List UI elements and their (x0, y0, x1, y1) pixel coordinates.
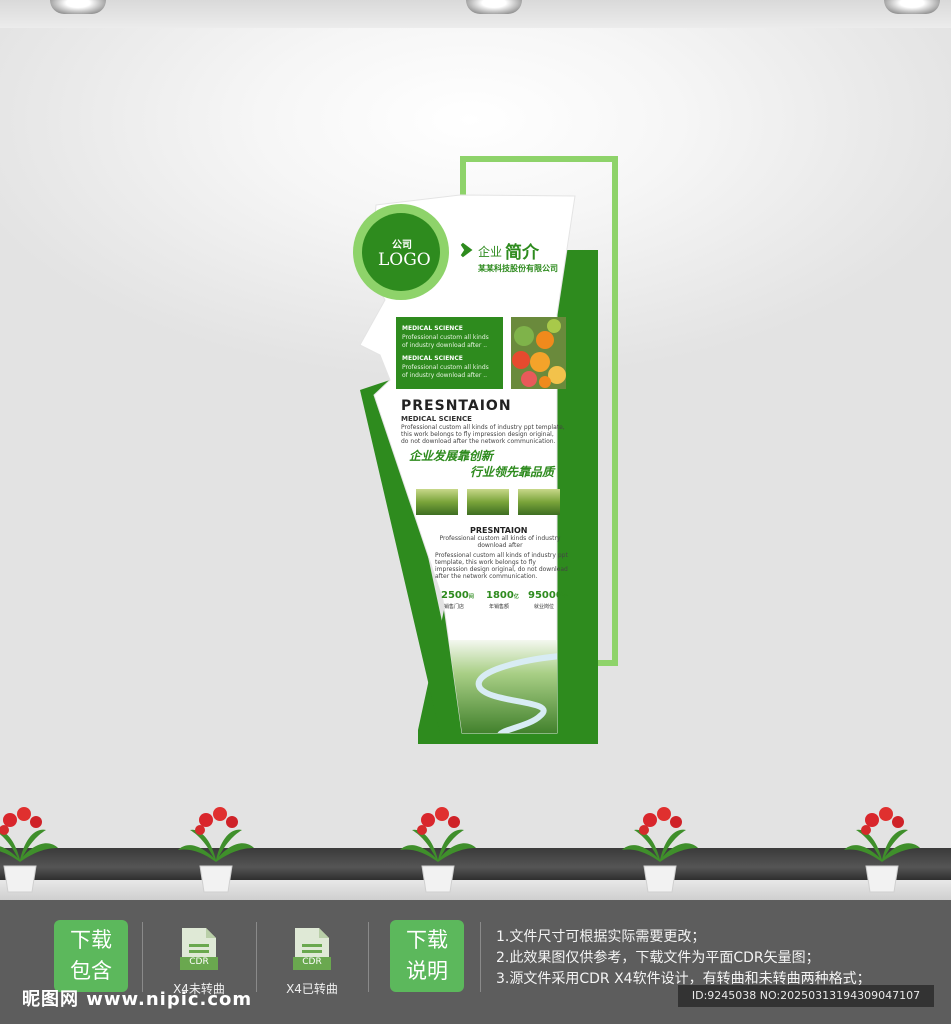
button-label: 下载 (70, 928, 112, 952)
stat-label: 销售门店 (444, 604, 465, 610)
download-notes-button[interactable]: 下载 说明 (390, 920, 464, 992)
file-badge: CDR (189, 957, 209, 967)
logo-top-text: 公司 (392, 240, 412, 251)
header-title: 简介 (505, 243, 539, 263)
box-heading: MEDICAL SCIENCE (402, 355, 463, 362)
button-label: 下载 (406, 928, 448, 952)
image-id: ID:9245038 NO:20250313194309047107 (678, 985, 934, 1007)
button-label: 包含 (70, 959, 112, 983)
section-subtitle: MEDICAL SCIENCE (401, 415, 472, 423)
section2-title: PRESNTAION (470, 526, 528, 535)
box-heading: MEDICAL SCIENCE (402, 325, 463, 332)
stat-value: 2500间 (441, 590, 474, 601)
download-includes-button[interactable]: 下载 包含 (54, 920, 128, 992)
site-watermark: 昵图网 www.nipic.com (22, 989, 253, 1010)
paragraph-line: Professional custom all kinds of industr… (401, 424, 565, 431)
divider (256, 922, 257, 992)
section2-subtitle: download after (477, 542, 523, 549)
divider (480, 922, 481, 992)
section2-subtitle: Professional custom all kinds of industr… (439, 535, 561, 542)
note-line: 2.此效果图仅供参考，下载文件为平面CDR矢量图； (496, 950, 820, 966)
box-text: of industry download after .. (402, 372, 488, 379)
note-line: 1.文件尺寸可根据实际需要更改； (496, 929, 706, 945)
paragraph-line: impression design original, do not downl… (435, 566, 568, 573)
header-prefix: 企业 (478, 245, 503, 259)
field-photo (518, 489, 560, 515)
paragraph-line: Professional custom all kinds of industr… (435, 552, 568, 559)
stat-value: 95000个 (528, 590, 568, 601)
paragraph-line: template, this work belongs to fly (435, 559, 536, 566)
box-text: Professional custom all kinds (402, 334, 489, 341)
paragraph-line: do not download after the network commun… (401, 438, 556, 445)
logo-main-text: LOGO (378, 250, 431, 270)
company-name: 某某科技股份有限公司 (478, 264, 558, 273)
divider (142, 922, 143, 992)
stat-label: 就业岗位 (534, 604, 555, 610)
slogan: 行业领先靠品质 (470, 465, 555, 479)
button-label: 说明 (406, 959, 448, 983)
paragraph-line: this work belongs to fly impression desi… (401, 431, 554, 438)
field-photo (467, 489, 509, 515)
stat-value: 1800亿 (486, 590, 519, 601)
paragraph-line: after the network communication. (435, 573, 538, 580)
divider (368, 922, 369, 992)
file-badge: CDR (302, 957, 322, 967)
stat-label: 年销售额 (489, 604, 510, 610)
box-text: Professional custom all kinds (402, 364, 489, 371)
slogan: 企业发展靠创新 (409, 449, 494, 463)
culture-wall-panel: 公司 LOGO 企业 简介 某某科技股份有限公司 MEDICAL SCIENCE… (0, 0, 951, 900)
section-title: PRESNTAION (401, 398, 512, 414)
file-label: X4已转曲 (286, 982, 338, 996)
field-photo (416, 489, 458, 515)
box-text: of industry download after .. (402, 342, 488, 349)
